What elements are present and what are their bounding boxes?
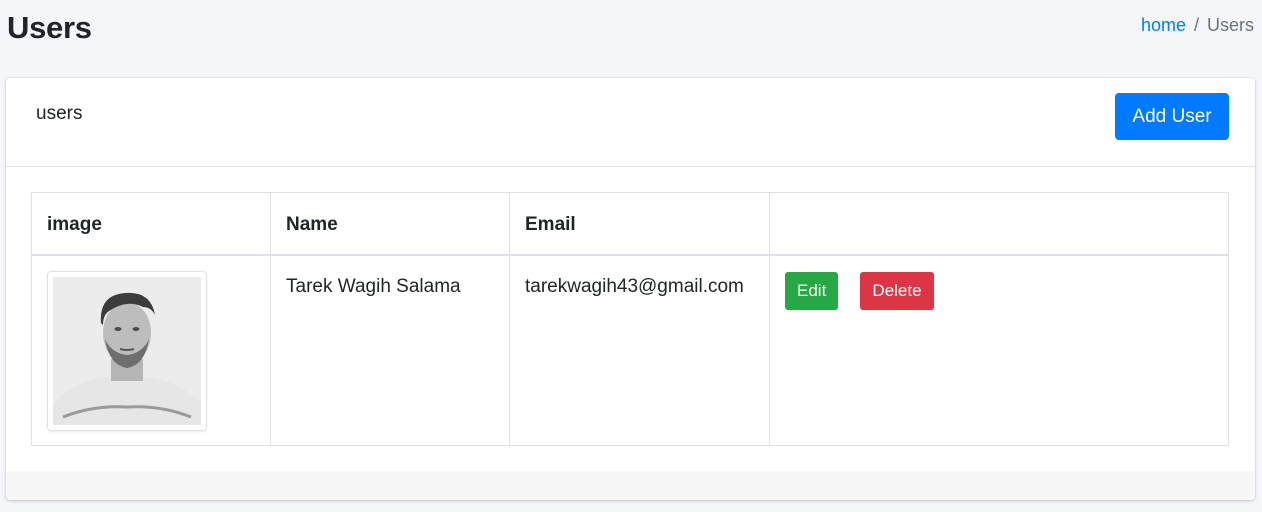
edit-button[interactable]: Edit: [785, 271, 838, 310]
breadcrumb-separator: /: [1193, 15, 1199, 35]
content-header: Users home / Users: [0, 0, 1262, 60]
user-photo-icon: [53, 276, 201, 425]
card-title: users: [36, 103, 83, 124]
breadcrumb: home / Users: [1141, 15, 1254, 36]
column-header-actions: [769, 192, 1229, 256]
column-header-email: Email: [509, 192, 770, 256]
users-table: image Name Email Tarek Wagih Salama tare…: [31, 192, 1229, 446]
table-row: Tarek Wagih Salama tarekwagih43@gmail.co…: [31, 254, 1229, 446]
email-cell: tarekwagih43@gmail.com: [509, 254, 770, 446]
users-card: users Add User image Name Email Tarek Wa…: [6, 78, 1255, 500]
column-header-name: Name: [270, 192, 510, 256]
image-cell: [31, 254, 271, 446]
card-header: users Add User: [6, 78, 1255, 167]
page-title: Users: [7, 10, 92, 45]
column-header-image: image: [31, 192, 271, 256]
user-avatar: [47, 270, 207, 431]
add-user-button[interactable]: Add User: [1115, 93, 1229, 140]
name-cell: Tarek Wagih Salama: [270, 254, 510, 446]
breadcrumb-home-link[interactable]: home: [1141, 15, 1186, 35]
card-footer: [6, 471, 1255, 500]
delete-button[interactable]: Delete: [860, 271, 934, 310]
actions-cell: Edit Delete: [769, 254, 1229, 446]
breadcrumb-current: Users: [1206, 15, 1254, 35]
table-header-row: image Name Email: [31, 192, 1229, 256]
card-body: image Name Email Tarek Wagih Salama tare…: [6, 167, 1255, 471]
